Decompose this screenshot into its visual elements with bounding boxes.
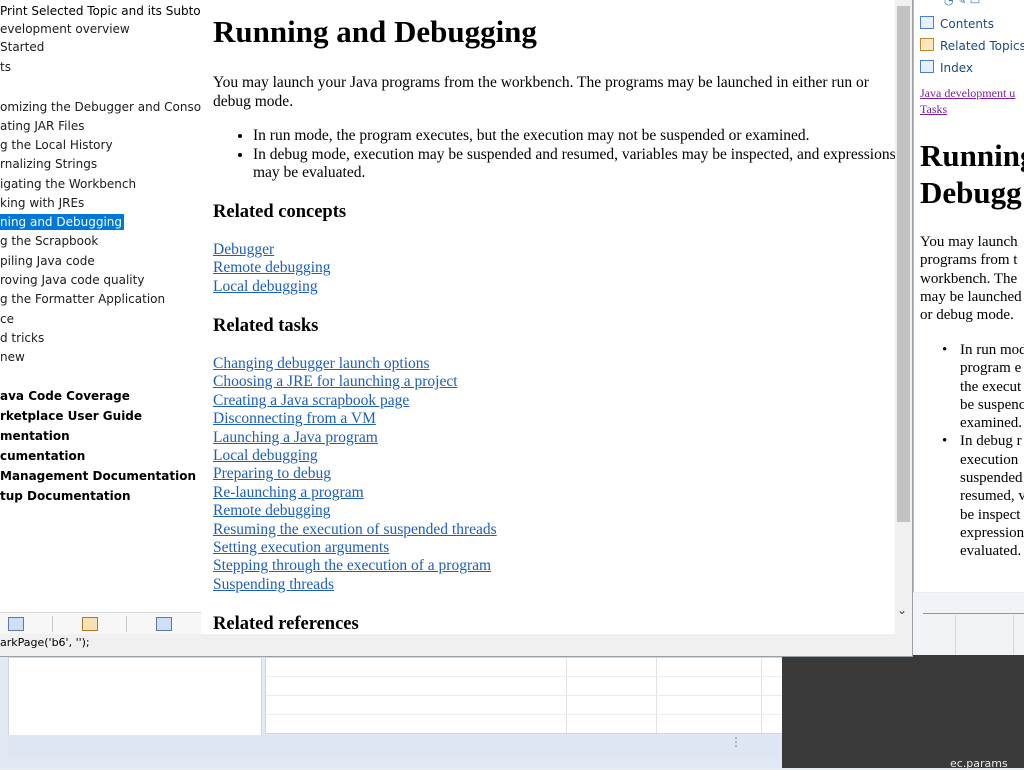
- toc-item[interactable]: king with JREs: [0, 195, 84, 211]
- contents-icon: [920, 16, 934, 29]
- toc-item[interactable]: Started: [0, 39, 44, 55]
- related-concepts-links: Debugger Remote debugging Local debuggin…: [213, 241, 331, 296]
- task-link[interactable]: Creating a Java scrapbook page: [213, 392, 497, 410]
- concept-link[interactable]: Debugger: [213, 241, 331, 259]
- toc-book[interactable]: tup Documentation: [0, 488, 131, 504]
- breadcrumb-link[interactable]: Tasks: [920, 101, 1015, 117]
- toc-item[interactable]: g the Scrapbook: [0, 233, 98, 249]
- intro-paragraph: You may launch your Java programs from t…: [213, 74, 869, 110]
- related-topics-icon: [920, 38, 934, 51]
- toc-item[interactable]: piling Java code: [0, 253, 95, 269]
- list-item: In debug mode, execution may be suspende…: [253, 146, 895, 183]
- toc-item[interactable]: g the Formatter Application: [0, 291, 165, 307]
- book-icon[interactable]: [156, 617, 172, 631]
- related-tasks-heading: Related tasks: [213, 316, 319, 336]
- list-item: In debug r execution suspended resumed, …: [942, 432, 1024, 560]
- task-link[interactable]: Re-launching a program: [213, 484, 497, 502]
- calendar-icon[interactable]: [8, 617, 24, 631]
- concept-link[interactable]: Local debugging: [213, 278, 331, 296]
- status-line: arkPage('b6', '');: [0, 636, 90, 649]
- page-title: Running and Debugging: [213, 14, 537, 49]
- toc-item[interactable]: evelopment overview: [0, 21, 130, 37]
- toc-book[interactable]: Management Documentation: [0, 468, 196, 484]
- bookmark-pen-icon[interactable]: [82, 617, 98, 631]
- task-link[interactable]: Changing debugger launch options: [213, 355, 497, 373]
- related-concepts-heading: Related concepts: [213, 202, 347, 222]
- tab-related-topics[interactable]: Related Topics: [920, 38, 1024, 53]
- help-side-view: ◔ ✎ ▭ Contents Related Topics Index Java…: [913, 0, 1024, 592]
- task-link[interactable]: Setting execution arguments: [213, 539, 497, 557]
- toc-item-selected[interactable]: ning and Debugging: [0, 214, 125, 230]
- task-link[interactable]: Stepping through the execution of a prog…: [213, 557, 497, 575]
- toc-book[interactable]: ava Code Coverage: [0, 388, 130, 404]
- side-toolbar-icons[interactable]: ◔ ✎ ▭: [944, 0, 980, 7]
- toc-item[interactable]: ce: [0, 311, 14, 327]
- task-link[interactable]: Preparing to debug: [213, 465, 497, 483]
- task-link[interactable]: Suspending threads: [213, 576, 497, 594]
- list-item: In run mod program e the execut be suspe…: [942, 341, 1024, 432]
- task-link[interactable]: Local debugging: [213, 447, 497, 465]
- background-editor-label: ec.params: [950, 757, 1008, 770]
- tab-contents[interactable]: Contents: [920, 16, 994, 31]
- task-link[interactable]: Disconnecting from a VM: [213, 410, 497, 428]
- related-tasks-links: Changing debugger launch options Choosin…: [213, 355, 497, 594]
- toolbar-separator: [126, 616, 127, 632]
- task-link[interactable]: Remote debugging: [213, 502, 497, 520]
- background-editor: [782, 655, 1024, 768]
- toc-book[interactable]: cumentation: [0, 448, 85, 464]
- toc-item[interactable]: new: [0, 349, 25, 365]
- toc-item[interactable]: igating the Workbench: [0, 176, 136, 192]
- breadcrumb-link[interactable]: Java development u: [920, 85, 1015, 101]
- tab-index[interactable]: Index: [920, 60, 973, 75]
- task-link[interactable]: Launching a Java program: [213, 429, 497, 447]
- topic-content: Running and Debugging You may launch you…: [201, 0, 895, 634]
- toc-item[interactable]: roving Java code quality: [0, 272, 144, 288]
- toc-item[interactable]: g the Local History: [0, 137, 113, 153]
- side-page-title: Running Debugg: [920, 138, 1024, 210]
- toc-pane: Print Selected Topic and its Subtopics e…: [0, 0, 202, 634]
- mode-list: In run mode, the program executes, but t…: [213, 127, 895, 183]
- chevron-down-icon[interactable]: ⌄: [897, 603, 907, 617]
- toc-toolbar: [0, 612, 201, 634]
- content-scrollbar[interactable]: ⌄: [895, 0, 912, 634]
- toc-book[interactable]: rketplace User Guide: [0, 408, 142, 424]
- scrollbar-thumb[interactable]: [897, 6, 910, 522]
- task-link[interactable]: Resuming the execution of suspended thre…: [213, 521, 497, 539]
- list-item: In run mode, the program executes, but t…: [253, 127, 895, 146]
- drag-handle-icon[interactable]: ⋮: [730, 736, 742, 748]
- toc-item[interactable]: ts: [0, 59, 11, 75]
- toc-item[interactable]: ating JAR Files: [0, 118, 84, 134]
- toc-item[interactable]: d tricks: [0, 330, 44, 346]
- toc-book[interactable]: mentation: [0, 428, 70, 444]
- toolbar-separator: [52, 616, 53, 632]
- help-window: Print Selected Topic and its Subtopics e…: [0, 0, 913, 657]
- toc-item[interactable]: omizing the Debugger and Console: [0, 99, 201, 115]
- related-references-heading: Related references: [213, 614, 359, 634]
- side-lower-panel: [913, 593, 1024, 655]
- task-link[interactable]: Choosing a JRE for launching a project: [213, 373, 497, 391]
- side-intro-paragraph: You may launch programs from t workbench…: [920, 234, 1022, 324]
- toc-item[interactable]: rnalizing Strings: [0, 156, 97, 172]
- index-icon: [920, 60, 934, 73]
- concept-link[interactable]: Remote debugging: [213, 259, 331, 277]
- breadcrumb: Java development u Tasks: [920, 85, 1015, 117]
- side-mode-list: In run mod program e the execut be suspe…: [942, 341, 1024, 561]
- print-topic-menu-item[interactable]: Print Selected Topic and its Subtopics: [0, 4, 201, 18]
